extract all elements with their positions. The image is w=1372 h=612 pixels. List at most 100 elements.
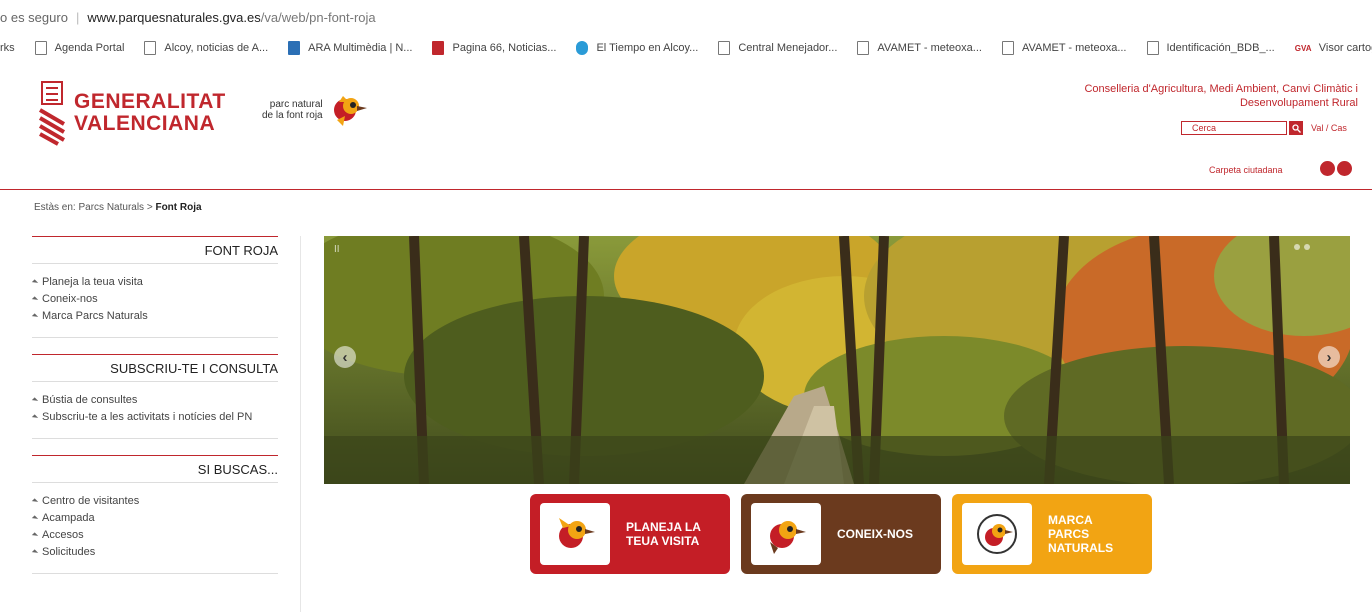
bookmark-label: Pagina 66, Noticias... bbox=[452, 42, 557, 54]
address-bar[interactable]: o es seguro | www.parquesnaturales.gva.e… bbox=[0, 0, 1372, 34]
language-switch[interactable]: Val / Cas bbox=[1311, 123, 1347, 133]
bookmark-item[interactable]: GVA Visor cartogr bbox=[1294, 42, 1372, 54]
sidebar-item-acampada[interactable]: Acampada bbox=[32, 510, 278, 527]
sidebar: FONT ROJA Planeja la teua visita Coneix-… bbox=[32, 236, 278, 590]
sidebar-section-si-buscas: SI BUSCAS... Centro de visitantes Acampa… bbox=[32, 455, 278, 574]
bookmark-label: AVAMET - meteoxa... bbox=[877, 42, 982, 54]
url-host[interactable]: www.parquesnaturales.gva.es bbox=[87, 10, 260, 25]
url-separator: | bbox=[75, 9, 80, 25]
chevron-right-icon: › bbox=[1326, 348, 1332, 366]
gv-name-line2: VALENCIANA bbox=[74, 112, 216, 135]
bird-logo-icon bbox=[333, 96, 367, 126]
slider-dot[interactable] bbox=[1294, 244, 1300, 250]
sidebar-item-subscriu[interactable]: Subscriu-te a les activitats i notícies … bbox=[32, 409, 278, 426]
bookmark-item[interactable]: rks bbox=[0, 42, 15, 54]
cta-tile bbox=[962, 503, 1032, 565]
sidebar-section-font-roja: FONT ROJA Planeja la teua visita Coneix-… bbox=[32, 236, 278, 338]
sidebar-section-title: SUBSCRIU-TE I CONSULTA bbox=[32, 354, 278, 382]
forest-path-image bbox=[324, 236, 1350, 484]
sidebar-section-subscriu: SUBSCRIU-TE I CONSULTA Bústia de consult… bbox=[32, 354, 278, 439]
gva-icon: GVA bbox=[1294, 43, 1312, 53]
sidebar-item-solicitudes[interactable]: Solicitudes bbox=[32, 544, 278, 561]
bookmarks-bar: rks Agenda Portal Alcoy, noticias de A..… bbox=[0, 34, 1372, 62]
sidebar-item-centro[interactable]: Centro de visitantes bbox=[32, 493, 278, 510]
slider-dot[interactable] bbox=[1304, 244, 1310, 250]
cta-row: PLANEJA LA TEUA VISITA CONEIX-NOS MARCA … bbox=[530, 494, 1163, 574]
breadcrumb-separator: > bbox=[146, 202, 153, 213]
chevron-left-icon: ‹ bbox=[342, 348, 348, 366]
site-header: GENERALITAT VALENCIANA parc natural de l… bbox=[0, 62, 1372, 190]
planeja-visita-button[interactable]: PLANEJA LA TEUA VISITA bbox=[530, 494, 730, 574]
generalitat-emblem-icon bbox=[38, 81, 66, 146]
page-icon bbox=[857, 41, 870, 55]
bookmark-item[interactable]: AVAMET - meteoxa... bbox=[857, 41, 982, 55]
bookmark-item[interactable]: Agenda Portal bbox=[34, 41, 125, 55]
breadcrumb-current: Font Roja bbox=[155, 202, 202, 213]
sidebar-item-bustia[interactable]: Bústia de consultes bbox=[32, 392, 278, 409]
page-icon bbox=[144, 41, 157, 55]
cta-label: CONEIX-NOS bbox=[837, 527, 914, 541]
search-button[interactable] bbox=[1289, 121, 1303, 135]
sidebar-section-title: FONT ROJA bbox=[32, 236, 278, 264]
hero-slider[interactable]: II ‹ › bbox=[324, 236, 1350, 484]
parc-natural-logo[interactable]: parc natural de la font roja bbox=[262, 92, 369, 128]
bookmark-label: rks bbox=[0, 42, 15, 54]
coneix-nos-button[interactable]: CONEIX-NOS bbox=[741, 494, 941, 574]
slider-prev-button[interactable]: ‹ bbox=[334, 346, 356, 368]
bookmark-label: Agenda Portal bbox=[54, 42, 125, 54]
generalitat-logo[interactable]: GENERALITAT VALENCIANA bbox=[38, 80, 226, 146]
breadcrumb: Estàs en: Parcs Naturals > Font Roja bbox=[34, 202, 202, 213]
bookmark-item[interactable]: ARA Multimèdia | N... bbox=[288, 41, 412, 55]
instagram-icon[interactable] bbox=[1337, 161, 1352, 176]
pagina66-icon bbox=[432, 41, 445, 55]
pn-line2: de la font roja bbox=[262, 110, 323, 121]
breadcrumb-prefix: Estàs en: bbox=[34, 202, 76, 213]
bookmark-item[interactable]: Alcoy, noticias de A... bbox=[144, 41, 268, 55]
sidebar-item-coneix[interactable]: Coneix-nos bbox=[32, 291, 278, 308]
pn-line1: parc natural bbox=[269, 99, 323, 110]
url-path[interactable]: /va/web/pn-font-roja bbox=[261, 10, 376, 25]
bookmark-item[interactable]: Identificación_BDB_... bbox=[1146, 41, 1275, 55]
bookmark-label: Central Menejador... bbox=[738, 42, 838, 54]
weather-icon bbox=[576, 41, 589, 55]
search-icon bbox=[1291, 123, 1301, 133]
bookmark-label: Visor cartogr bbox=[1318, 42, 1372, 54]
security-label[interactable]: o es seguro bbox=[0, 10, 68, 25]
bookmark-item[interactable]: Pagina 66, Noticias... bbox=[432, 41, 556, 55]
marca-parcs-button[interactable]: MARCA PARCS NATURALS bbox=[952, 494, 1152, 574]
bookmark-label: AVAMET - meteoxa... bbox=[1021, 42, 1127, 54]
sidebar-section-title: SI BUSCAS... bbox=[32, 455, 278, 483]
column-divider bbox=[300, 236, 301, 612]
cta-label: PLANEJA LA TEUA VISITA bbox=[626, 520, 701, 548]
pause-button[interactable]: II bbox=[334, 244, 340, 255]
search-input[interactable] bbox=[1181, 121, 1287, 135]
page-icon bbox=[1146, 41, 1159, 55]
bookmark-label: Alcoy, noticias de A... bbox=[164, 42, 269, 54]
gv-name-line1: GENERALITAT bbox=[74, 90, 226, 113]
bookmark-item[interactable]: Central Menejador... bbox=[718, 41, 837, 55]
sidebar-item-marca[interactable]: Marca Parcs Naturals bbox=[32, 308, 278, 325]
conselleria-link[interactable]: Conselleria d'Agricultura, Medi Ambient,… bbox=[1028, 82, 1358, 110]
bird-circle-icon bbox=[977, 514, 1017, 554]
bookmark-item[interactable]: AVAMET - meteoxa... bbox=[1001, 41, 1127, 55]
ara-icon bbox=[288, 41, 301, 55]
cta-tile bbox=[540, 503, 610, 565]
bookmark-item[interactable]: El Tiempo en Alcoy... bbox=[576, 41, 698, 55]
sidebar-item-planeja[interactable]: Planeja la teua visita bbox=[32, 274, 278, 291]
slider-next-button[interactable]: › bbox=[1318, 346, 1340, 368]
header-divider bbox=[0, 189, 1372, 190]
bookmark-label: Identificación_BDB_... bbox=[1166, 42, 1275, 54]
sidebar-item-accesos[interactable]: Accesos bbox=[32, 527, 278, 544]
bird-red-icon bbox=[559, 518, 595, 548]
bird-brown-icon bbox=[770, 521, 806, 554]
social-links bbox=[1320, 161, 1354, 176]
carpeta-ciutadana-link[interactable]: Carpeta ciutadana bbox=[1209, 165, 1283, 175]
page-icon bbox=[1001, 41, 1014, 55]
breadcrumb-parent[interactable]: Parcs Naturals bbox=[78, 202, 144, 213]
cta-label: MARCA PARCS NATURALS bbox=[1048, 513, 1114, 555]
search-bar: Val / Cas bbox=[1181, 121, 1347, 135]
bookmark-label: ARA Multimèdia | N... bbox=[308, 42, 413, 54]
page-icon bbox=[718, 41, 731, 55]
page-icon bbox=[34, 41, 47, 55]
youtube-icon[interactable] bbox=[1320, 161, 1335, 176]
